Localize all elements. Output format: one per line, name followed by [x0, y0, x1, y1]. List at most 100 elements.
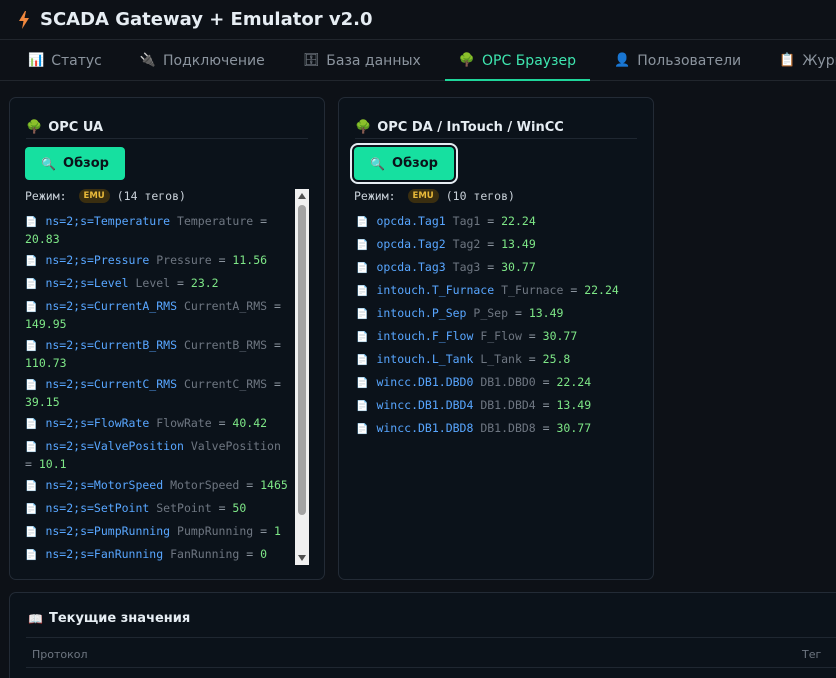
scroll-thumb[interactable]: [298, 205, 306, 515]
tag-display-name: PumpRunning: [177, 524, 254, 538]
tag-row[interactable]: 📄 intouch.P_Sep P_Sep = 13.49: [356, 305, 646, 323]
column-header-tag[interactable]: Тег: [802, 648, 821, 661]
tag-row[interactable]: 📄 intouch.F_Flow F_Flow = 30.77: [356, 328, 646, 346]
tag-value: 39.15: [25, 395, 60, 409]
tag-row[interactable]: 📄 ns=2;s=CurrentC_RMS CurrentC_RMS = 39.1…: [25, 376, 291, 410]
mode-badge: EMU: [78, 189, 110, 203]
file-icon: 📄: [25, 550, 38, 561]
tag-row[interactable]: 📄 wincc.DB1.DBD8 DB1.DBD8 = 30.77: [356, 420, 646, 438]
tab-label: Пользователи: [637, 52, 742, 69]
tag-display-name: FanRunning: [170, 547, 240, 561]
equals-sign: =: [267, 299, 281, 313]
tree-icon: 🌳: [26, 119, 43, 135]
mode-label: Режим:: [354, 189, 396, 203]
equals-sign: =: [239, 547, 261, 561]
tab-0[interactable]: 📊 Статус: [14, 41, 116, 80]
tag-row[interactable]: 📄 wincc.DB1.DBD4 DB1.DBD4 = 13.49: [356, 397, 646, 415]
tag-value: 11.56: [232, 253, 268, 267]
tag-row[interactable]: 📄 ns=2;s=MotorSpeed MotorSpeed = 1465: [25, 477, 291, 495]
tag-row[interactable]: 📄 ns=2;s=CurrentB_RMS CurrentB_RMS = 110.…: [25, 337, 291, 371]
current-values-title: 📖 Текущие значения: [28, 611, 190, 626]
tag-row[interactable]: 📄 opcda.Tag1 Tag1 = 22.24: [356, 213, 646, 231]
tag-node-id: intouch.P_Sep: [376, 306, 467, 320]
tab-icon: 📋: [779, 53, 796, 68]
tab-5[interactable]: 📋 Журнал: [765, 41, 836, 80]
tag-value: 10.1: [38, 457, 67, 471]
file-icon: 📄: [25, 481, 38, 492]
tag-node-id: ns=2;s=SetPoint: [45, 501, 150, 515]
tag-display-name: CurrentA_RMS: [183, 299, 268, 313]
tag-display-name: MotorSpeed: [170, 478, 240, 492]
tag-node-id: ns=2;s=CurrentB_RMS: [45, 338, 178, 352]
tab-label: Журнал: [802, 52, 836, 69]
equals-sign: =: [535, 421, 557, 435]
opcda-tag-list[interactable]: 📄 opcda.Tag1 Tag1 = 22.24 📄 opcda.Tag2 Tag2…: [356, 213, 646, 563]
tag-node-id: opcda.Tag2: [376, 237, 446, 251]
magnifier-icon: 🔍: [41, 156, 57, 171]
tag-row[interactable]: 📄 wincc.DB1.DBD0 DB1.DBD0 = 22.24: [356, 374, 646, 392]
column-header-protocol[interactable]: Протокол: [32, 648, 88, 661]
tag-row[interactable]: 📄 opcda.Tag2 Tag2 = 13.49: [356, 236, 646, 254]
tab-1[interactable]: 🔌 Подключение: [126, 41, 279, 80]
opcda-panel-title: 🌳 OPC DA / InTouch / WinCC: [339, 98, 653, 138]
tag-display-name: F_Flow: [480, 329, 522, 343]
tag-value: 22.24: [556, 375, 592, 389]
equals-sign: =: [535, 398, 557, 412]
tab-icon: 👤: [614, 53, 631, 68]
tag-row[interactable]: 📄 ns=2;s=Pressure Pressure = 11.56: [25, 252, 291, 270]
tag-value: 149.95: [25, 317, 67, 331]
scroll-down-arrow-icon[interactable]: [298, 555, 306, 561]
tab-2[interactable]: 🗄 База данных: [289, 41, 435, 80]
tag-row[interactable]: 📄 ns=2;s=Level Level = 23.2: [25, 275, 291, 293]
tab-icon: 🔌: [139, 53, 157, 68]
equals-sign: =: [267, 377, 281, 391]
equals-sign: =: [535, 375, 557, 389]
opcua-scrollbar[interactable]: [295, 189, 309, 565]
file-icon: 📄: [356, 401, 369, 412]
equals-sign: =: [211, 416, 233, 430]
current-values-panel: 📖 Текущие значения Протокол Тег: [9, 592, 836, 678]
tag-row[interactable]: 📄 ns=2;s=FanRunning FanRunning = 0: [25, 546, 291, 564]
tag-row[interactable]: 📄 ns=2;s=SetPoint SetPoint = 50: [25, 500, 291, 518]
tag-row[interactable]: 📄 ns=2;s=CurrentA_RMS CurrentA_RMS = 149.…: [25, 298, 291, 332]
tag-node-id: intouch.F_Flow: [376, 329, 474, 343]
opcda-title-label: OPC DA / InTouch / WinCC: [377, 119, 564, 135]
equals-sign: =: [170, 276, 191, 290]
tag-node-id: ns=2;s=PumpRunning: [45, 524, 171, 538]
file-icon: 📄: [356, 424, 369, 435]
tag-row[interactable]: 📄 intouch.T_Furnace T_Furnace = 22.24: [356, 282, 646, 300]
tag-row[interactable]: 📄 intouch.L_Tank L_Tank = 25.8: [356, 351, 646, 369]
tag-node-id: opcda.Tag1: [376, 214, 446, 228]
file-icon: 📄: [25, 504, 38, 515]
tag-value: 30.77: [501, 260, 536, 274]
opcua-tag-list[interactable]: 📄 ns=2;s=Temperature Temperature = 20.83 📄…: [25, 213, 291, 565]
tag-node-id: ns=2;s=Level: [45, 276, 129, 290]
tab-label: Статус: [51, 52, 102, 69]
tab-3[interactable]: 🌳 OPC Браузер: [444, 41, 591, 81]
file-icon: 📄: [356, 355, 369, 366]
file-icon: 📄: [25, 341, 38, 352]
opcda-browse-button[interactable]: 🔍 Обзор: [354, 147, 454, 180]
tag-value: 110.73: [25, 356, 67, 370]
tab-4[interactable]: 👤 Пользователи: [600, 41, 755, 80]
equals-sign: =: [239, 478, 261, 492]
tag-display-name: Tag3: [452, 260, 481, 274]
tab-icon: 🗄: [302, 53, 320, 68]
tag-row[interactable]: 📄 ns=2;s=ValvePosition ValvePosition = 10…: [25, 438, 291, 472]
opcua-browse-label: Обзор: [63, 156, 109, 171]
tag-node-id: intouch.T_Furnace: [376, 283, 495, 297]
opcua-browse-button[interactable]: 🔍 Обзор: [25, 147, 125, 180]
tag-value: 23.2: [190, 276, 219, 290]
tag-row[interactable]: 📄 opcda.Tag3 Tag3 = 30.77: [356, 259, 646, 277]
opcua-panel: 🌳 OPC UA 🔍 Обзор Режим: EMU (14 тегов) 📄…: [9, 97, 325, 580]
file-icon: 📄: [356, 217, 369, 228]
book-icon: 📖: [28, 611, 43, 626]
tag-row[interactable]: 📄 ns=2;s=FlowRate FlowRate = 40.42: [25, 415, 291, 433]
equals-sign: =: [211, 501, 233, 515]
tag-node-id: opcda.Tag3: [376, 260, 446, 274]
tag-row[interactable]: 📄 ns=2;s=PumpRunning PumpRunning = 1: [25, 523, 291, 541]
tag-display-name: DB1.DBD0: [480, 375, 536, 389]
opcda-mode-line: Режим: EMU (10 тегов): [354, 189, 515, 203]
tag-row[interactable]: 📄 ns=2;s=Temperature Temperature = 20.83: [25, 213, 291, 247]
scroll-up-arrow-icon[interactable]: [298, 193, 306, 199]
